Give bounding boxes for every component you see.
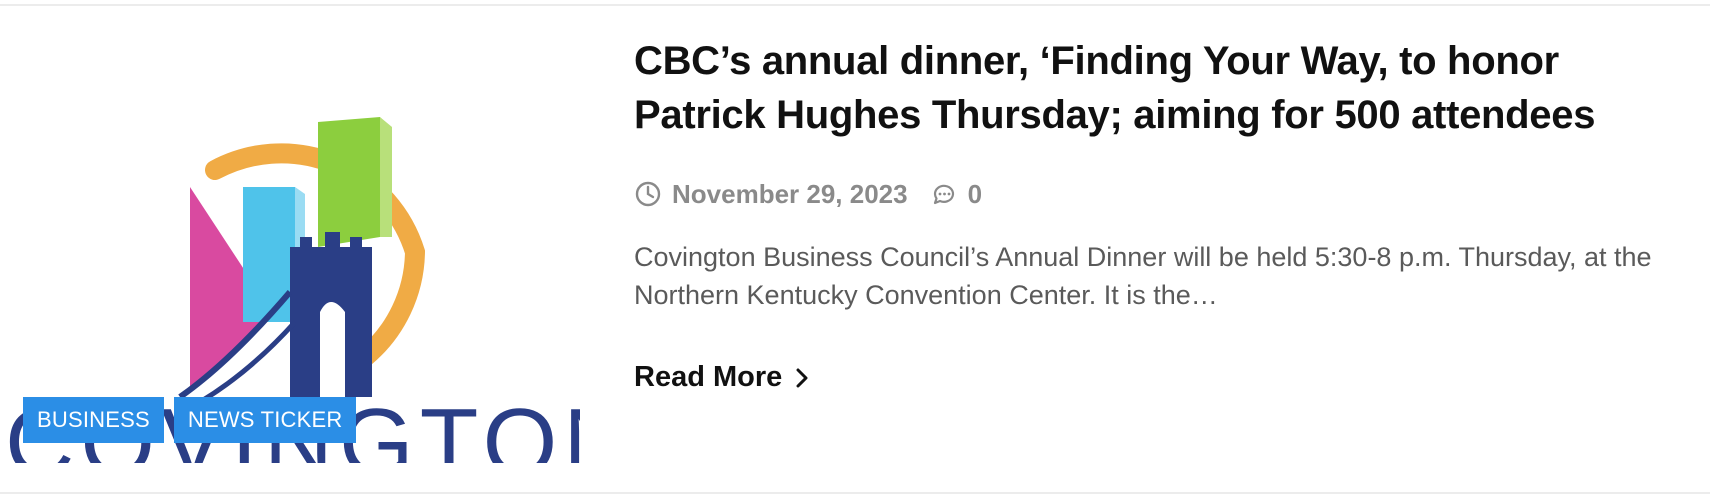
category-tags: BUSINESS NEWS TICKER (23, 397, 357, 443)
post-excerpt: Covington Business Council’s Annual Dinn… (634, 242, 1652, 310)
chevron-right-icon (794, 366, 810, 390)
category-tag-business[interactable]: BUSINESS (23, 397, 164, 443)
logo-navy-tower (290, 232, 372, 397)
logo-blue-bar (243, 187, 295, 322)
category-tag-news-ticker[interactable]: NEWS TICKER (173, 397, 357, 443)
top-divider (0, 4, 1710, 6)
bottom-divider (0, 492, 1710, 494)
comment-icon[interactable] (930, 180, 958, 208)
read-more-label: Read More (634, 361, 783, 393)
post-title[interactable]: CBC’s annual dinner, ‘Finding Your Way, … (634, 34, 1694, 142)
logo-green-bar (318, 117, 380, 247)
clock-icon (634, 180, 662, 208)
post-date: November 29, 2023 (672, 178, 908, 209)
read-more-link[interactable]: Read More (634, 361, 810, 394)
comment-count[interactable]: 0 (968, 179, 982, 210)
post-content: CBC’s annual dinner, ‘Finding Your Way, … (634, 34, 1694, 394)
post-meta: November 29, 2023 0 (634, 176, 1694, 212)
